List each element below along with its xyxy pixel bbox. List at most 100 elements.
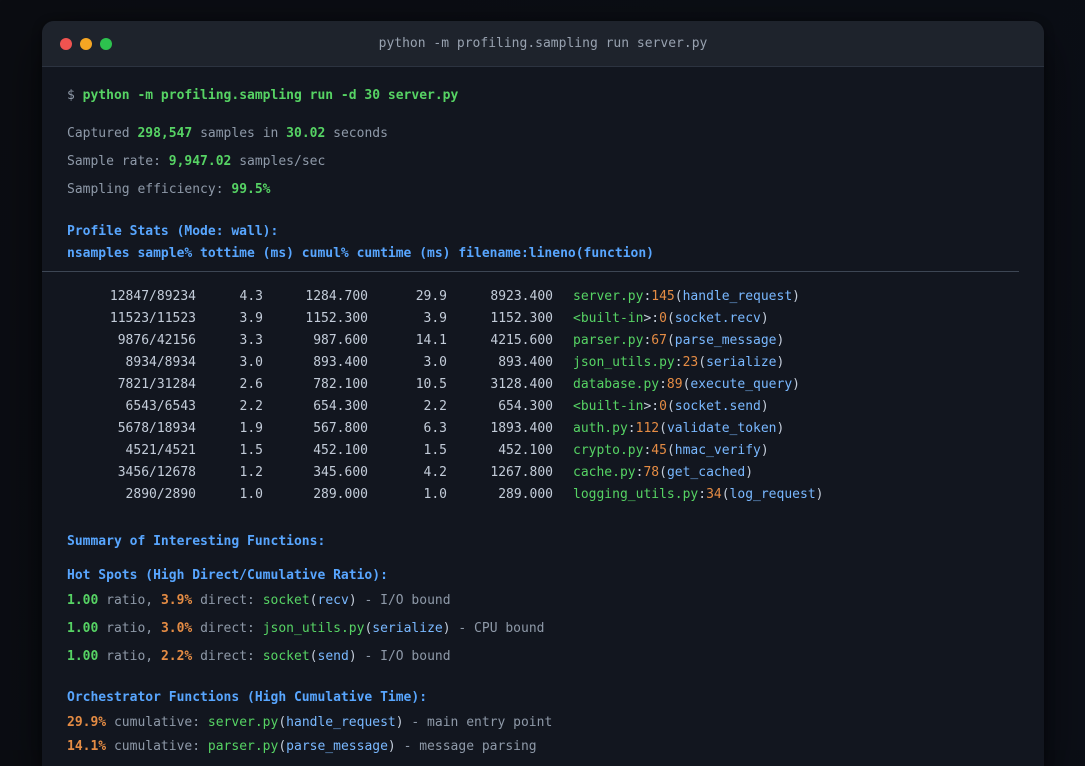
table-row: 8934/8934 3.0 893.400 3.0 893.400 json_u… [67,352,1019,374]
function-name: socket.send [674,399,761,414]
col-nsamples: 12847/89234 [109,289,196,304]
line-number: 67 [651,333,667,348]
col-sample-pct: 2.2 [239,399,263,414]
profile-stats-title: Profile Stats (Mode: wall): [67,224,279,239]
col-tottime: 567.800 [313,421,368,436]
hot-spot-item: 1.00 ratio, 3.9% direct: socket(recv) - … [67,593,451,608]
table-row: 3456/12678 1.2 345.600 4.2 1267.800 cach… [67,462,1019,484]
line-number: 78 [643,465,660,480]
samples-in-label: samples in [192,126,287,141]
col-cumul-pct: 4.2 [423,465,447,480]
efficiency-label: Sampling efficiency: [67,182,232,197]
col-nsamples: 5678/18934 [117,421,196,436]
ratio-value: 1.00 [67,593,99,608]
rate-unit: samples/sec [231,154,326,169]
col-nsamples: 3456/12678 [117,465,196,480]
rate-label: Sample rate: [67,154,169,169]
samples-count: 298,547 [137,126,193,141]
profile-table: 12847/89234 4.3 1284.700 29.9 8923.400 s… [67,286,1019,506]
col-tottime: 654.300 [313,399,368,414]
col-cumul-pct: 1.0 [423,487,447,502]
ratio-label: ratio, [98,621,161,636]
function-name: execute_query [690,377,793,392]
col-cumtime: 8923.400 [490,289,553,304]
captured-label: Captured [67,126,138,141]
filename: parser.py [573,333,644,348]
filename: server.py [573,289,644,304]
col-location: database.py:89(execute_query) [573,377,800,392]
direct-label: direct: [192,649,263,664]
rate-value: 9,947.02 [168,154,232,169]
function-name: hmac_verify [674,443,761,458]
function-name: handle_request [286,715,396,730]
direct-pct: 3.0% [160,621,193,636]
col-nsamples: 11523/11523 [109,311,196,326]
cumulative-label: cumulative: [106,715,208,730]
table-row: 2890/2890 1.0 289.000 1.0 289.000 loggin… [67,484,1019,506]
module-name: socket [262,649,310,664]
col-cumtime: 452.100 [498,443,553,458]
col-location: <built-in>:0(socket.send) [573,399,769,414]
cumulative-pct: 14.1% [67,739,107,754]
table-row: 11523/11523 3.9 1152.300 3.9 1152.300 <b… [67,308,1019,330]
col-tottime: 1152.300 [305,311,368,326]
col-cumul-pct: 6.3 [423,421,447,436]
table-row: 9876/42156 3.3 987.600 14.1 4215.600 par… [67,330,1019,352]
col-location: server.py:145(handle_request) [573,289,800,304]
col-cumul-pct: 3.0 [423,355,447,370]
col-sample-pct: 3.3 [239,333,263,348]
function-name: handle_request [682,289,793,304]
function-name: validate_token [666,421,777,436]
filename: database.py [573,377,660,392]
orchestrators-title: Orchestrator Functions (High Cumulative … [67,690,428,705]
col-cumul-pct: 10.5 [415,377,447,392]
col-cumtime: 1893.400 [490,421,553,436]
line-number: 0 [659,399,667,414]
note-text: - main entry point [403,715,553,730]
command-line: $ python -m profiling.sampling run -d 30… [67,86,1019,106]
note-text: - I/O bound [356,593,451,608]
command-text: python -m profiling.sampling run -d 30 s… [82,88,459,103]
col-sample-pct: 3.0 [239,355,263,370]
col-nsamples: 2890/2890 [125,487,196,502]
col-nsamples: 7821/31284 [117,377,196,392]
filename: json_utils.py [573,355,675,370]
orchestrator-item: 29.9% cumulative: server.py(handle_reque… [67,715,553,730]
filename: <built-in [573,311,644,326]
table-row: 5678/18934 1.9 567.800 6.3 1893.400 auth… [67,418,1019,440]
col-nsamples: 8934/8934 [125,355,196,370]
line-number: 89 [666,377,683,392]
col-nsamples: 9876/42156 [117,333,196,348]
note-text: - message parsing [395,739,537,754]
col-tottime: 987.600 [313,333,368,348]
terminal-content[interactable]: $ python -m profiling.sampling run -d 30… [42,86,1044,757]
function-name: get_cached [666,465,746,480]
col-sample-pct: 1.2 [239,465,263,480]
captured-line: Captured 298,547 samples in 30.02 second… [67,124,1019,144]
direct-pct: 3.9% [160,593,193,608]
function-name: parse_message [286,739,388,754]
col-sample-pct: 1.0 [239,487,263,502]
col-cumtime: 289.000 [498,487,553,502]
col-tottime: 452.100 [313,443,368,458]
sample-rate-line: Sample rate: 9,947.02 samples/sec [67,152,1019,172]
function-name: socket.recv [674,311,761,326]
prompt-symbol: $ [67,88,83,103]
col-location: parser.py:67(parse_message) [573,333,785,348]
col-tottime: 893.400 [313,355,368,370]
seconds-label: seconds [325,126,388,141]
table-row: 4521/4521 1.5 452.100 1.5 452.100 crypto… [67,440,1019,462]
col-tottime: 345.600 [313,465,368,480]
function-name: parse_message [674,333,777,348]
function-name: send [317,649,349,664]
window-titlebar[interactable]: python -m profiling.sampling run server.… [42,21,1044,67]
col-location: <built-in>:0(socket.recv) [573,311,769,326]
col-location: auth.py:112(validate_token) [573,421,785,436]
orchestrators-list: 29.9% cumulative: server.py(handle_reque… [67,713,1019,757]
filename: logging_utils.py [573,487,699,502]
line-number: 0 [659,311,667,326]
col-sample-pct: 3.9 [239,311,263,326]
ratio-label: ratio, [98,593,161,608]
col-cumul-pct: 14.1 [415,333,447,348]
col-cumtime: 1267.800 [490,465,553,480]
